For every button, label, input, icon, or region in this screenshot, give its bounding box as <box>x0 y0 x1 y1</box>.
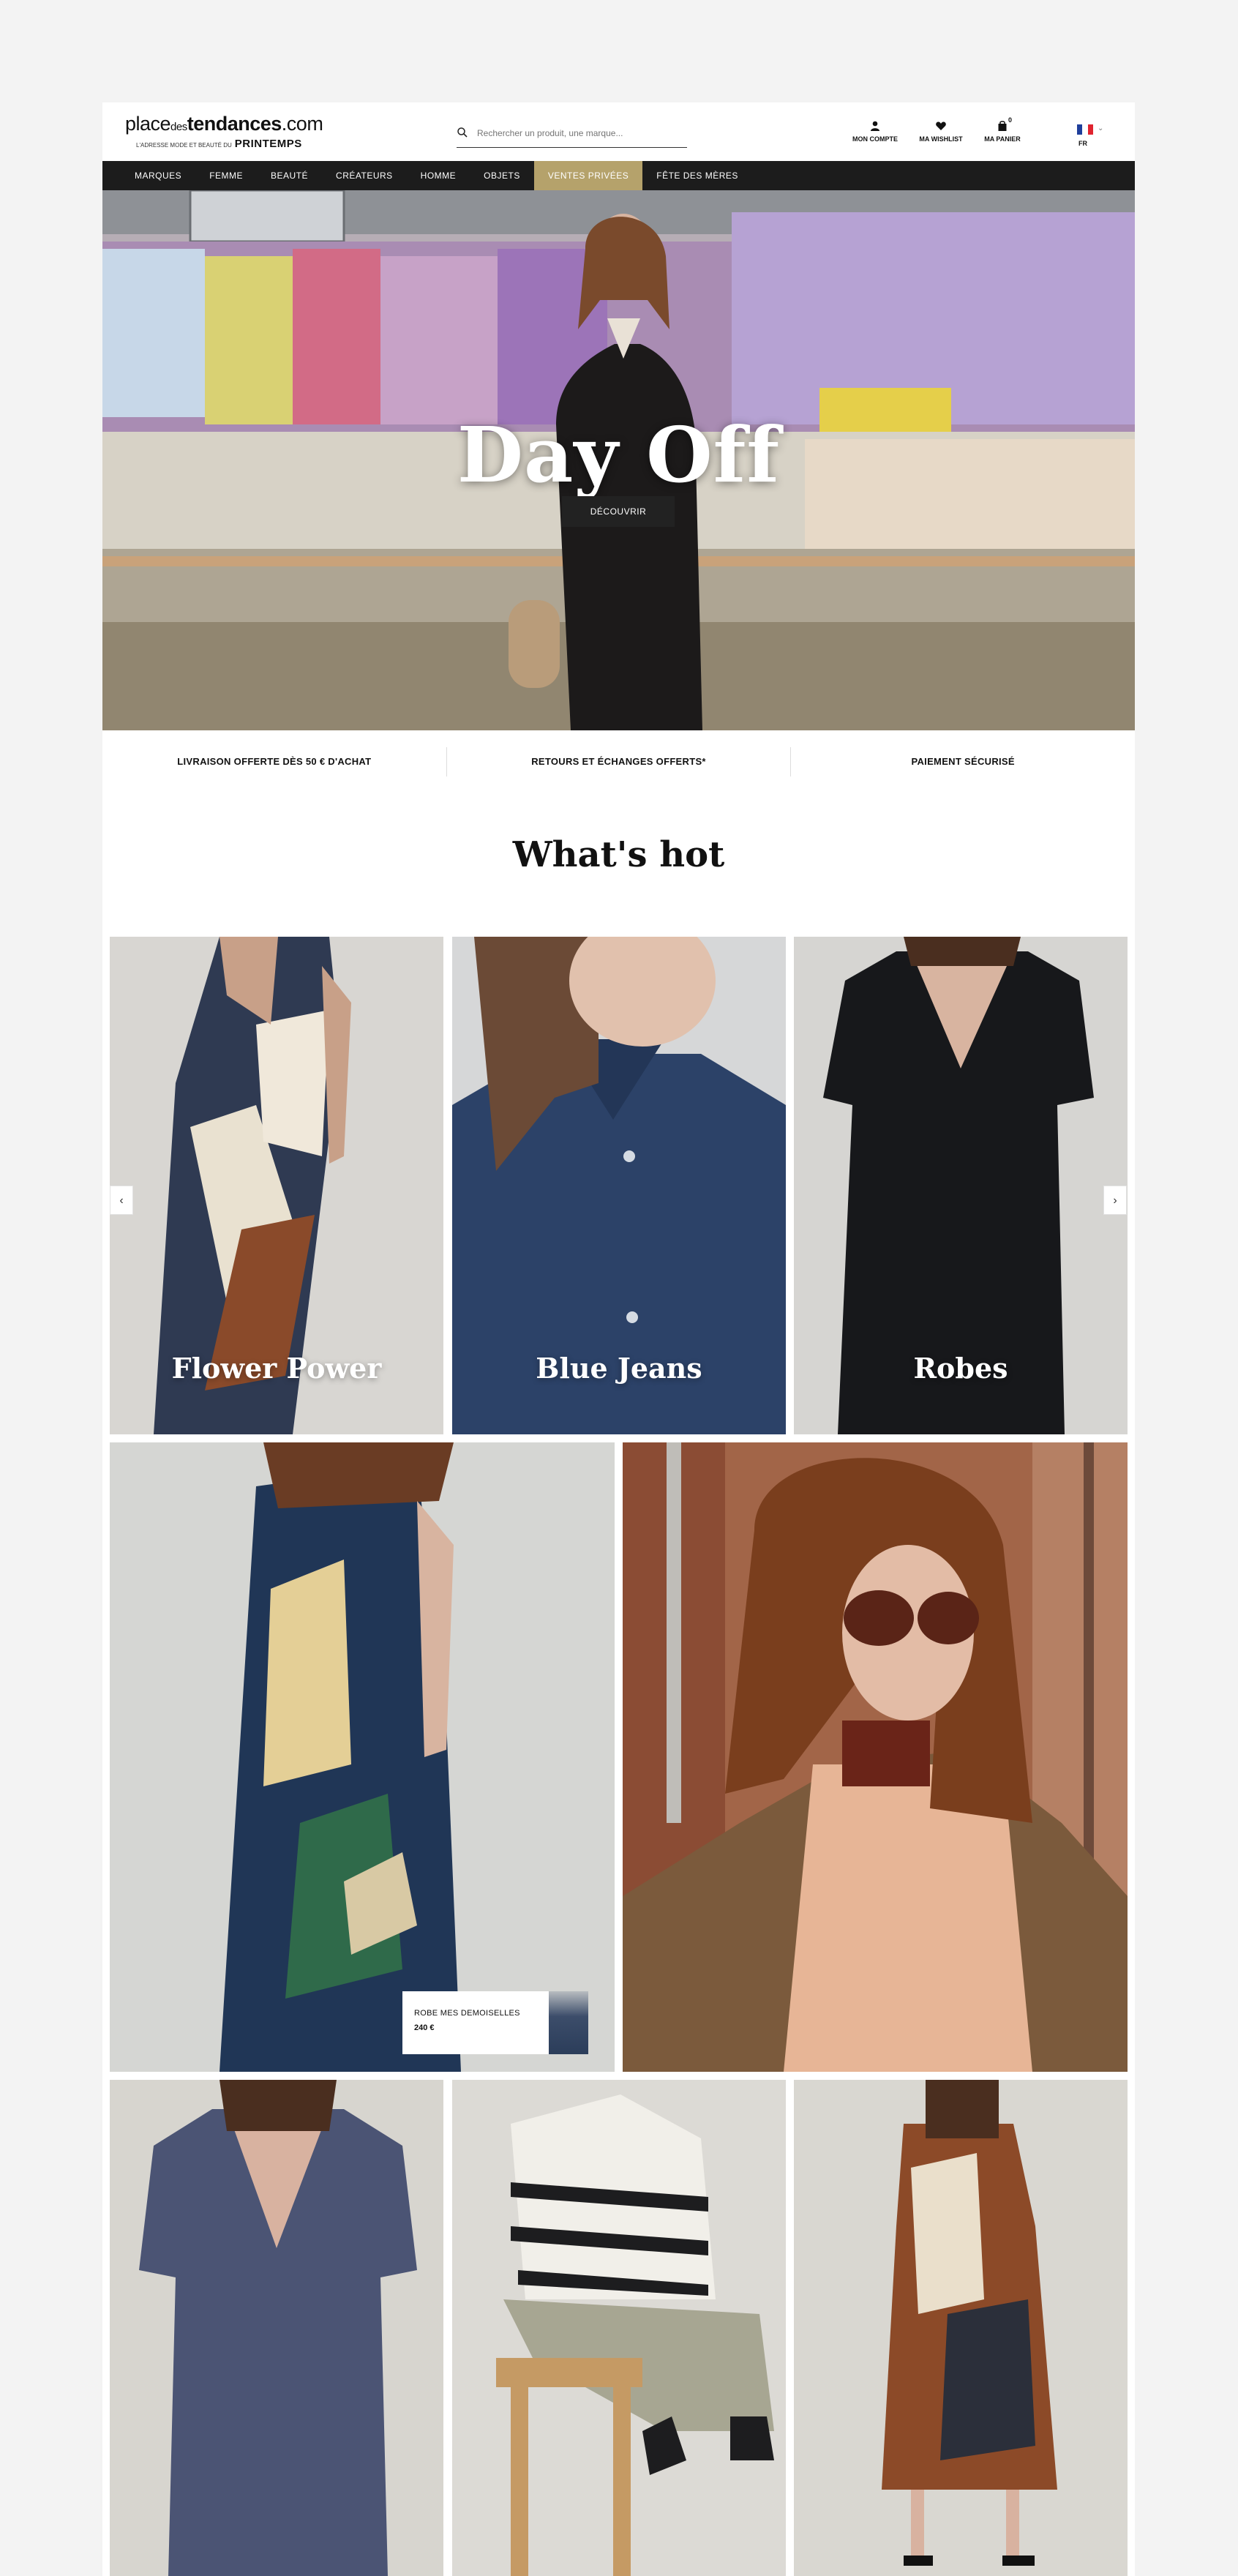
discover-button[interactable]: DÉCOUVRIR <box>562 496 675 527</box>
reassurance-item: PAIEMENT SÉCURISÉ <box>790 746 1135 776</box>
navy-dress-tile[interactable] <box>110 2080 443 2576</box>
heart-icon <box>936 121 946 130</box>
reassurance-item: LIVRAISON OFFERTE DÈS 50 € D'ACHAT <box>177 755 372 767</box>
product-price: 240 € <box>414 2023 435 2032</box>
wishlist-button[interactable]: MA WISHLIST <box>912 120 970 143</box>
carousel-next-arrow-icon[interactable]: › <box>1103 1186 1127 1215</box>
logo-tagline: L'ADRESSE MODE ET BEAUTÉ DU PRINTEMPS <box>136 138 302 150</box>
nav-item-7[interactable]: FÊTE DES MÈRES <box>642 161 752 190</box>
wishlist-label: MA WISHLIST <box>919 135 963 143</box>
hero-title: Day Off <box>457 410 781 500</box>
featured-look-tile[interactable]: ROBE MES DEMOISELLES 240 € <box>110 1442 615 2072</box>
product-name: ROBE MES DEMOISELLES <box>414 2009 520 2018</box>
floral-dress-image <box>110 1442 615 2072</box>
user-icon <box>871 121 879 131</box>
carousel-prev-arrow-icon[interactable]: ‹ <box>110 1186 133 1215</box>
nav-item-2[interactable]: BEAUTÉ <box>257 161 322 190</box>
print-dress-image <box>794 2080 1128 2576</box>
tile-flower-power[interactable]: Flower Power <box>110 937 443 1434</box>
shopping-bag-icon <box>998 121 1007 131</box>
reassurance-item: RETOURS ET ÉCHANGES OFFERTS* <box>446 746 791 776</box>
france-flag-icon[interactable] <box>1077 124 1093 135</box>
page-container: placedestendances.com L'ADRESSE MODE ET … <box>102 102 1135 2576</box>
nav-item-1[interactable]: FEMME <box>195 161 257 190</box>
tile-label-flower-power: Flower Power <box>171 1352 382 1385</box>
nav-item-3[interactable]: CRÉATEURS <box>322 161 407 190</box>
main-navigation: MARQUES FEMME BEAUTÉ CRÉATEURS HOMME OBJETS VE… <box>102 161 1135 190</box>
product-thumbnail <box>549 1991 588 2054</box>
nav-item-0[interactable]: MARQUES <box>121 161 195 190</box>
site-header: placedestendances.com L'ADRESSE MODE ET … <box>102 102 1135 161</box>
language-label[interactable]: FR <box>1078 140 1087 147</box>
cart-button[interactable]: 0 MA PANIER <box>973 116 1032 143</box>
search-bar <box>457 124 687 148</box>
logo-wordmark: placedestendances.com <box>125 113 323 135</box>
print-dress-tile[interactable] <box>794 2080 1128 2576</box>
search-input[interactable] <box>477 124 682 142</box>
cart-label: MA PANIER <box>984 135 1021 143</box>
tile-blue-jeans[interactable]: Blue Jeans <box>452 937 786 1434</box>
tile-label-robes: Robes <box>913 1352 1008 1385</box>
sunglasses-model-image <box>623 1442 1128 2072</box>
product-card[interactable]: ROBE MES DEMOISELLES 240 € <box>402 1991 588 2054</box>
search-icon[interactable] <box>457 127 468 138</box>
nav-item-5[interactable]: OBJETS <box>470 161 534 190</box>
tile-robes[interactable]: Robes <box>794 937 1128 1434</box>
tile-label-blue-jeans: Blue Jeans <box>536 1352 702 1385</box>
navy-dress-image <box>110 2080 443 2576</box>
sunglasses-look-tile[interactable] <box>623 1442 1128 2072</box>
striped-sweater-tile[interactable] <box>452 2080 786 2576</box>
cart-count-badge: 0 <box>1008 116 1013 124</box>
whats-hot-title: What's hot <box>512 834 725 875</box>
nav-item-6[interactable]: VENTES PRIVÉES <box>533 161 643 190</box>
site-logo[interactable]: placedestendances.com L'ADRESSE MODE ET … <box>125 113 323 150</box>
account-button[interactable]: MON COMPTE <box>846 120 904 143</box>
striped-sweater-image <box>452 2080 786 2576</box>
hero-banner[interactable]: Day Off DÉCOUVRIR <box>102 190 1135 730</box>
nav-item-4[interactable]: HOMME <box>407 161 470 190</box>
account-label: MON COMPTE <box>852 135 898 143</box>
reassurance-bar: LIVRAISON OFFERTE DÈS 50 € D'ACHAT RETOUR… <box>102 730 1135 793</box>
chevron-down-icon[interactable]: ⌄ <box>1098 124 1103 132</box>
